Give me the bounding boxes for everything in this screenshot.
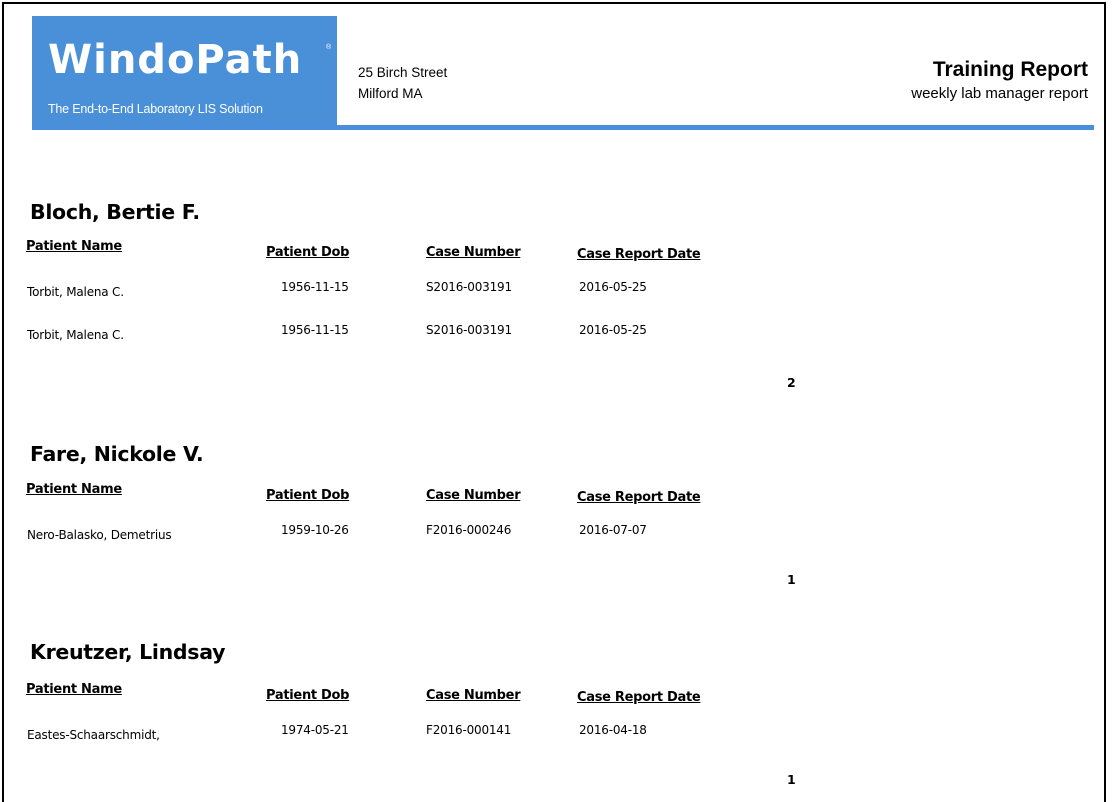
column-header-case-number: Case Number (426, 688, 521, 703)
report-title-block: Training Report weekly lab manager repor… (911, 56, 1088, 104)
column-header-patient-dob: Patient Dob (266, 688, 350, 703)
cell-case-number: S2016-003191 (426, 323, 512, 337)
group-count: 1 (787, 772, 796, 787)
logo-tagline: The End-to-End Laboratory LIS Solution (48, 102, 263, 116)
group-heading: Fare, Nickole V. (30, 442, 204, 466)
column-header-patient-name: Patient Name (26, 482, 122, 497)
column-header-patient-name: Patient Name (26, 682, 122, 697)
column-header-case-report-date: Case Report Date (577, 247, 701, 262)
cell-patient-dob: 1956-11-15 (281, 280, 349, 294)
group-count: 2 (787, 375, 796, 390)
lab-address: 25 Birch Street Milford MA (358, 62, 447, 104)
address-line-2: Milford MA (358, 86, 423, 101)
header-divider (32, 125, 1094, 130)
cell-case-report-date: 2016-05-25 (579, 323, 647, 337)
cell-patient-dob: 1956-11-15 (281, 323, 349, 337)
cell-case-report-date: 2016-04-18 (579, 723, 647, 737)
group-count: 1 (787, 572, 796, 587)
cell-patient-dob: 1959-10-26 (281, 523, 349, 537)
cell-patient-dob: 1974-05-21 (281, 723, 349, 737)
column-header-case-number: Case Number (426, 245, 521, 260)
report-page: WindoPath ® The End-to-End Laboratory LI… (2, 2, 1106, 802)
logo-trademark: ® (326, 44, 332, 51)
windopath-logo: WindoPath ® The End-to-End Laboratory LI… (32, 16, 337, 127)
column-header-case-report-date: Case Report Date (577, 690, 701, 705)
cell-patient-name: Torbit, Malena C. (27, 328, 124, 342)
column-header-patient-dob: Patient Dob (266, 245, 350, 260)
cell-patient-name: Torbit, Malena C. (27, 285, 124, 299)
cell-patient-name: Nero-Balasko, Demetrius (27, 528, 172, 542)
column-header-case-number: Case Number (426, 488, 521, 503)
report-subtitle: weekly lab manager report (911, 85, 1088, 102)
cell-patient-name: Eastes-Schaarschmidt, (27, 728, 160, 742)
column-header-patient-dob: Patient Dob (266, 488, 350, 503)
column-header-patient-name: Patient Name (26, 239, 122, 254)
column-header-case-report-date: Case Report Date (577, 490, 701, 505)
report-title: Training Report (932, 58, 1088, 81)
cell-case-number: S2016-003191 (426, 280, 512, 294)
cell-case-number: F2016-000246 (426, 523, 512, 537)
cell-case-report-date: 2016-05-25 (579, 280, 647, 294)
logo-wordmark: WindoPath (48, 37, 303, 83)
address-line-1: 25 Birch Street (358, 65, 448, 80)
group-heading: Bloch, Bertie F. (30, 200, 200, 224)
cell-case-report-date: 2016-07-07 (579, 523, 647, 537)
group-heading: Kreutzer, Lindsay (30, 640, 226, 664)
cell-case-number: F2016-000141 (426, 723, 512, 737)
